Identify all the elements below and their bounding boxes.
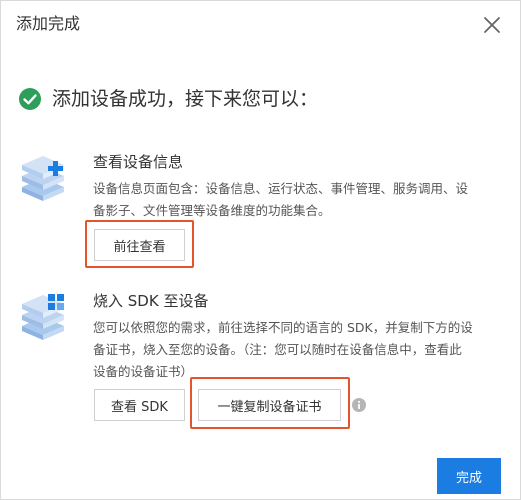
copy-device-certificate-button[interactable]: 一键复制设备证书: [198, 389, 341, 421]
check-circle-icon: [19, 88, 41, 110]
device-stack-grid-icon: [18, 290, 68, 342]
success-text: 添加设备成功，接下来您可以：: [52, 88, 319, 110]
dialog-title: 添加完成: [16, 14, 81, 33]
view-device-info-desc-line-2: 备影子、文件管理等设备维度的功能集合。: [93, 203, 331, 218]
view-sdk-button[interactable]: 查看 SDK: [94, 389, 185, 421]
go-view-button[interactable]: 前往查看: [94, 229, 185, 261]
add-complete-dialog: 添加完成 添加设备成功，接下来您可以： 查看设备信息 设备信息页面包含：设备信息…: [0, 0, 521, 500]
burn-sdk-desc-line-1: 您可以依照您的需求，前往选择不同的语言的 SDK，并复制下方的设: [93, 320, 473, 335]
burn-sdk-desc-line-3: 设备的设备证书）: [93, 364, 194, 379]
burn-sdk-title: 烧入 SDK 至设备: [93, 292, 209, 310]
info-icon[interactable]: [352, 398, 366, 412]
burn-sdk-desc-line-2: 备证书，烧入至您的设备。（注：您可以随时在设备信息中，查看此: [93, 342, 462, 357]
view-device-info-desc-line-1: 设备信息页面包含：设备信息、运行状态、事件管理、服务调用、设: [93, 181, 469, 196]
view-device-info-title: 查看设备信息: [93, 153, 184, 171]
device-stack-plus-icon: [18, 151, 68, 203]
success-message-row: 添加设备成功，接下来您可以：: [18, 86, 318, 112]
close-icon[interactable]: [482, 15, 502, 35]
done-button[interactable]: 完成: [437, 458, 501, 494]
